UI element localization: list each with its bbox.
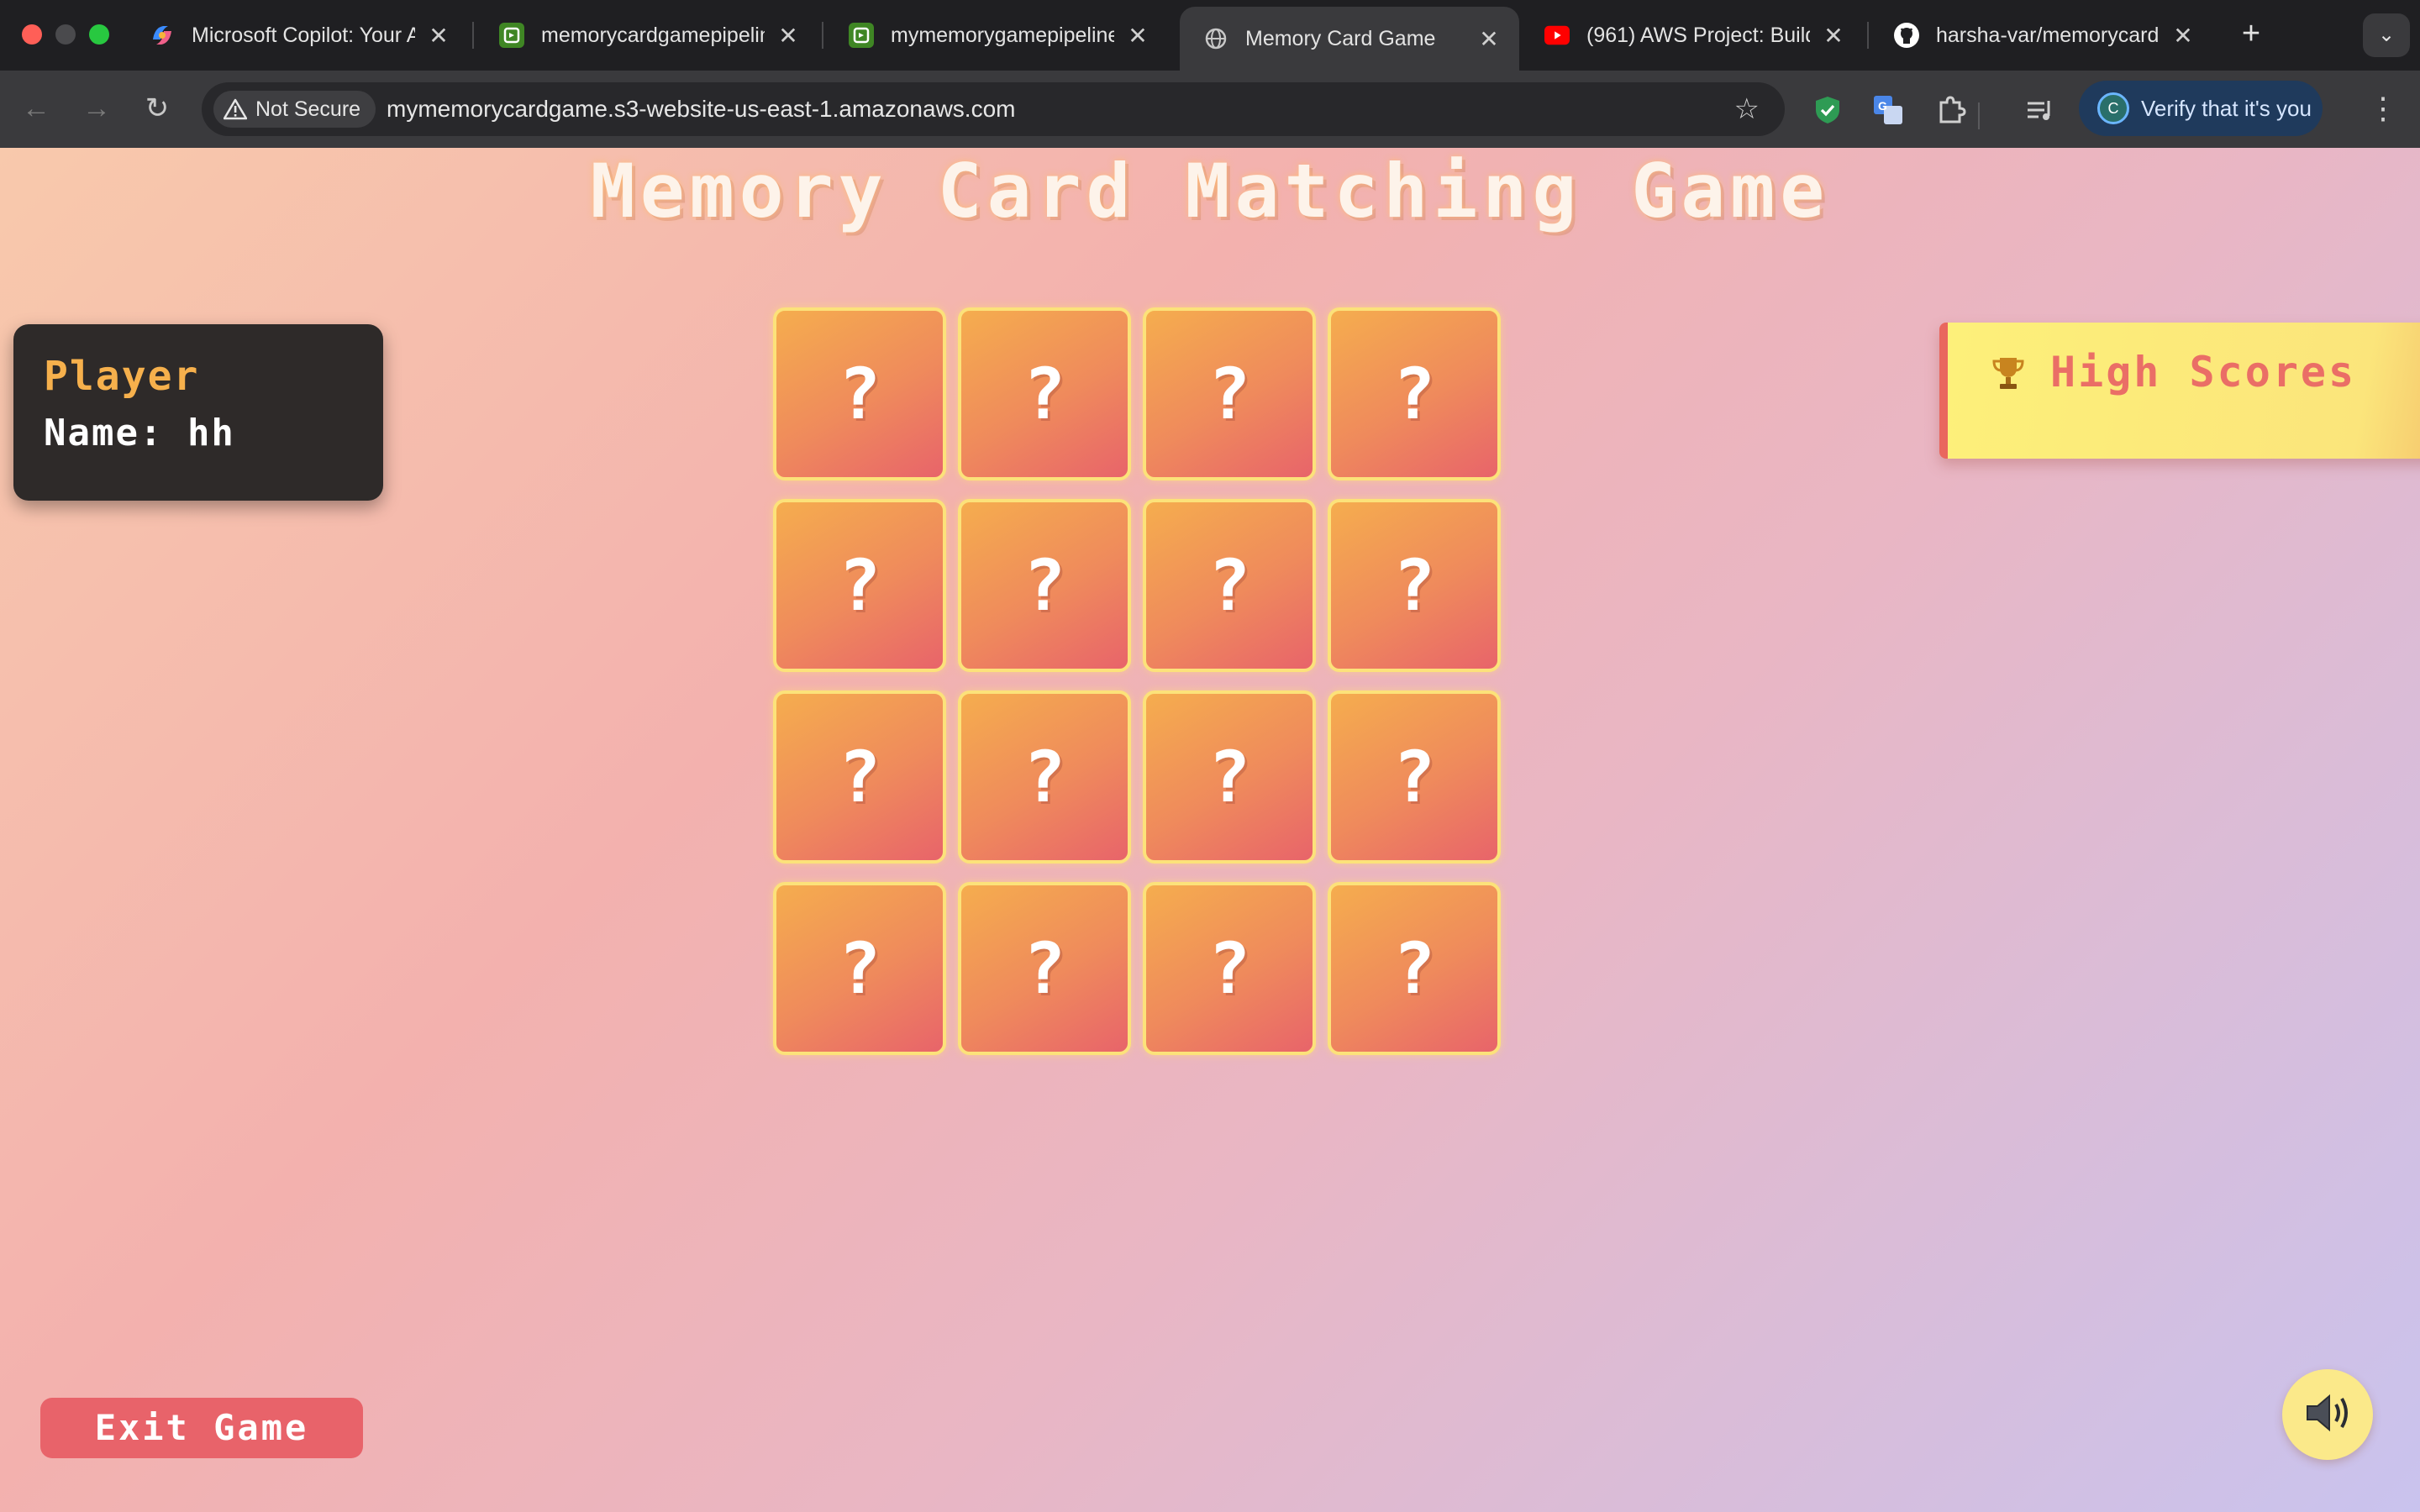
memory-card[interactable]: ? bbox=[1328, 307, 1501, 480]
tab-close-icon[interactable]: ✕ bbox=[1126, 22, 1150, 50]
memory-card[interactable]: ? bbox=[773, 307, 946, 480]
tab-memory-card-game[interactable]: Memory Card Game ✕ bbox=[1180, 7, 1519, 71]
tab-close-icon[interactable]: ✕ bbox=[2171, 22, 2195, 50]
youtube-icon bbox=[1544, 23, 1570, 48]
tab-title: (961) AWS Project: Build bbox=[1586, 23, 1810, 47]
window-minimize-button[interactable] bbox=[55, 24, 76, 45]
globe-icon bbox=[1203, 26, 1228, 51]
card-question-mark: ? bbox=[1023, 353, 1066, 435]
tab-memorycardgamepipeline[interactable]: memorycardgamepipeline ✕ bbox=[476, 7, 818, 64]
card-question-mark: ? bbox=[1392, 544, 1436, 627]
browser-tab-strip: Microsoft Copilot: Your AI companion ✕ m… bbox=[0, 0, 2420, 71]
high-scores-label: High Scores bbox=[2050, 348, 2357, 396]
sound-toggle-button[interactable] bbox=[2282, 1369, 2373, 1460]
shield-extension-icon[interactable] bbox=[1812, 94, 1844, 126]
profile-avatar: C bbox=[2097, 92, 2129, 124]
card-question-mark: ? bbox=[1207, 927, 1251, 1010]
player-name: Name: hh bbox=[44, 412, 235, 454]
memory-card[interactable]: ? bbox=[958, 882, 1131, 1055]
memory-card[interactable]: ? bbox=[773, 882, 946, 1055]
tab-copilot[interactable]: Microsoft Copilot: Your AI companion ✕ bbox=[126, 7, 469, 64]
codepipeline-icon bbox=[849, 23, 874, 48]
tab-title: mymemorygamepipeline bbox=[891, 23, 1114, 47]
tab-separator bbox=[472, 22, 474, 49]
back-button[interactable]: ← bbox=[17, 89, 55, 128]
card-question-mark: ? bbox=[1207, 544, 1251, 627]
card-question-mark: ? bbox=[1023, 736, 1066, 818]
tab-title: memorycardgamepipeline bbox=[541, 23, 765, 47]
player-info-panel: Player Name: hh bbox=[13, 324, 383, 501]
trophy-icon bbox=[1991, 354, 2025, 391]
memory-card[interactable]: ? bbox=[1328, 690, 1501, 864]
browser-menu-icon[interactable]: ⋮ bbox=[2368, 89, 2398, 128]
github-icon bbox=[1894, 23, 1919, 48]
page-title: Memory Card Matching Game bbox=[590, 148, 1830, 234]
extensions-puzzle-icon[interactable] bbox=[1934, 94, 1966, 126]
new-tab-button[interactable]: + bbox=[2232, 15, 2270, 54]
card-question-mark: ? bbox=[838, 927, 881, 1010]
tab-separator bbox=[822, 22, 823, 49]
game-page: Memory Card Matching Game Player Name: h… bbox=[0, 148, 2420, 1512]
tab-close-icon[interactable]: ✕ bbox=[1477, 25, 1501, 53]
tab-title: Microsoft Copilot: Your AI companion bbox=[192, 23, 415, 47]
forward-button[interactable]: → bbox=[77, 89, 116, 128]
address-bar[interactable]: Not Secure mymemorycardgame.s3-website-u… bbox=[202, 82, 1785, 136]
memory-card[interactable]: ? bbox=[1143, 499, 1316, 672]
tab-youtube-aws-project[interactable]: (961) AWS Project: Build ✕ bbox=[1521, 7, 1864, 64]
card-question-mark: ? bbox=[1207, 353, 1251, 435]
verify-label: Verify that it's you bbox=[2141, 95, 2312, 121]
tab-title: Memory Card Game bbox=[1245, 26, 1436, 50]
memory-card[interactable]: ? bbox=[1328, 882, 1501, 1055]
tab-close-icon[interactable]: ✕ bbox=[1822, 22, 1845, 50]
card-question-mark: ? bbox=[1023, 927, 1066, 1010]
window-close-button[interactable] bbox=[22, 24, 42, 45]
card-board: ? ? ? ? ? ? ? ? ? ? ? ? ? ? ? ? bbox=[773, 307, 1504, 1055]
memory-card[interactable]: ? bbox=[1143, 307, 1316, 480]
card-question-mark: ? bbox=[1392, 736, 1436, 818]
codepipeline-icon bbox=[499, 23, 524, 48]
card-question-mark: ? bbox=[1392, 353, 1436, 435]
card-question-mark: ? bbox=[1392, 927, 1436, 1010]
security-label: Not Secure bbox=[255, 97, 361, 121]
high-scores-button[interactable]: High Scores bbox=[1939, 323, 2420, 459]
tab-github-repo[interactable]: harsha-var/memorycard ✕ bbox=[1870, 7, 2213, 64]
card-question-mark: ? bbox=[1207, 736, 1251, 818]
reload-button[interactable]: ↻ bbox=[138, 89, 176, 128]
memory-card[interactable]: ? bbox=[958, 690, 1131, 864]
url-text[interactable]: mymemorycardgame.s3-website-us-east-1.am… bbox=[387, 82, 1015, 136]
memory-card[interactable]: ? bbox=[958, 307, 1131, 480]
card-question-mark: ? bbox=[838, 353, 881, 435]
tab-search-button[interactable]: ⌄ bbox=[2363, 13, 2410, 57]
translate-extension-icon[interactable]: G bbox=[1872, 94, 1904, 126]
card-question-mark: ? bbox=[838, 736, 881, 818]
media-controls-icon[interactable] bbox=[2023, 94, 2055, 126]
memory-card[interactable]: ? bbox=[1143, 690, 1316, 864]
svg-text:G: G bbox=[1878, 99, 1887, 113]
tab-close-icon[interactable]: ✕ bbox=[776, 22, 800, 50]
card-question-mark: ? bbox=[838, 544, 881, 627]
memory-card[interactable]: ? bbox=[773, 499, 946, 672]
tab-title: harsha-var/memorycard bbox=[1936, 23, 2160, 47]
memory-card[interactable]: ? bbox=[1143, 882, 1316, 1055]
verify-identity-button[interactable]: C Verify that it's you bbox=[2079, 81, 2323, 136]
window-maximize-button[interactable] bbox=[89, 24, 109, 45]
speaker-icon bbox=[2301, 1389, 2354, 1441]
card-question-mark: ? bbox=[1023, 544, 1066, 627]
tab-close-icon[interactable]: ✕ bbox=[427, 22, 450, 50]
tab-separator bbox=[1867, 22, 1869, 49]
warning-icon bbox=[224, 98, 247, 120]
toolbar-divider bbox=[1978, 102, 1980, 129]
bookmark-star-icon[interactable]: ☆ bbox=[1734, 82, 1760, 136]
exit-game-button[interactable]: Exit Game bbox=[40, 1398, 363, 1458]
security-indicator[interactable]: Not Secure bbox=[213, 91, 376, 128]
copilot-icon bbox=[150, 23, 175, 48]
tab-mymemorygamepipeline[interactable]: mymemorygamepipeline ✕ bbox=[825, 7, 1168, 64]
memory-card[interactable]: ? bbox=[773, 690, 946, 864]
browser-toolbar: ← → ↻ Not Secure mymemorycardgame.s3-web… bbox=[0, 71, 2420, 148]
memory-card[interactable]: ? bbox=[1328, 499, 1501, 672]
player-heading: Player bbox=[44, 353, 200, 400]
memory-card[interactable]: ? bbox=[958, 499, 1131, 672]
